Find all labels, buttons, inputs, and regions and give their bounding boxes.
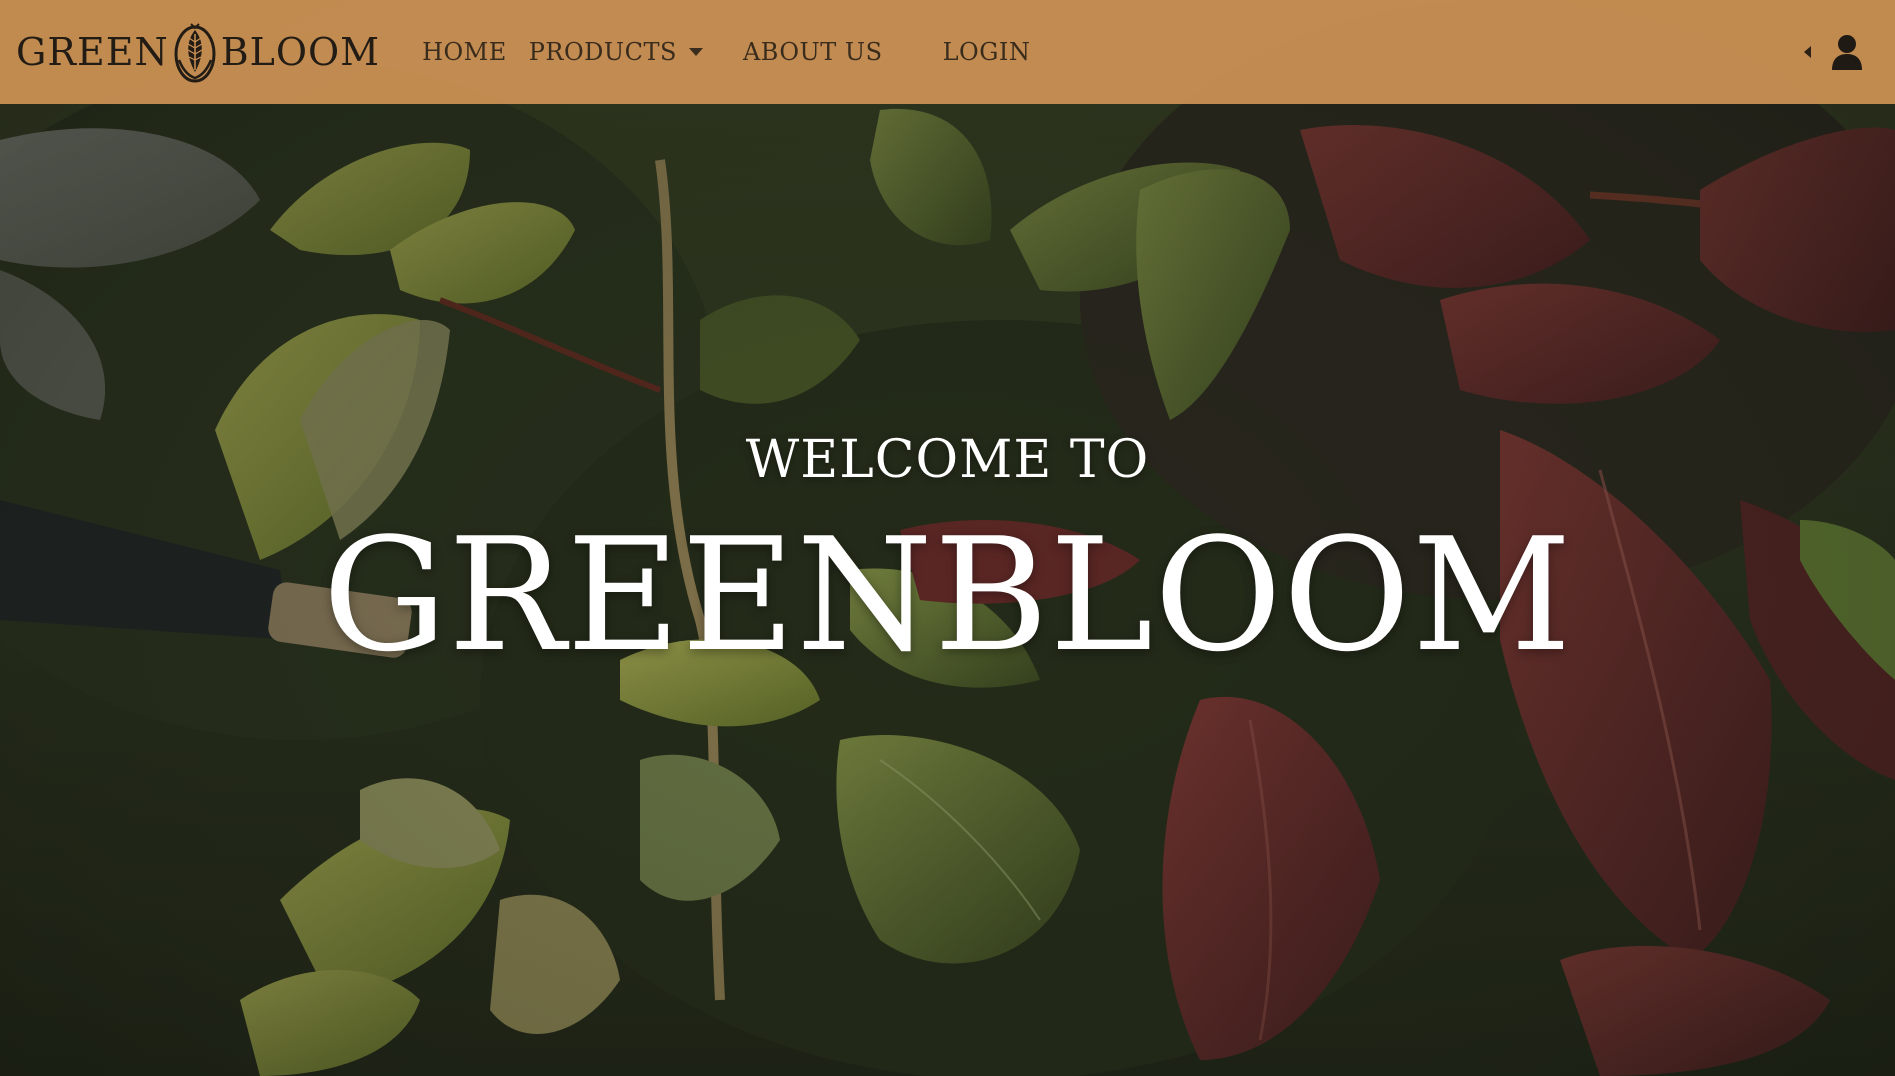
caret-left-icon[interactable] xyxy=(1804,46,1811,58)
caret-down-icon xyxy=(688,48,703,56)
top-navbar: GREEN BLOOM HOME PRODUCTS ABOUT US LOGIN xyxy=(0,0,1895,104)
user-icon[interactable] xyxy=(1831,34,1863,70)
nav-links: HOME PRODUCTS ABOUT US LOGIN xyxy=(422,0,1030,104)
nav-right-group xyxy=(1804,0,1863,104)
nav-login-link[interactable]: LOGIN xyxy=(943,38,1031,66)
nav-products-dropdown[interactable]: PRODUCTS xyxy=(529,38,703,66)
lotus-leaf-emblem-icon xyxy=(174,23,216,83)
nav-about-link[interactable]: ABOUT US xyxy=(743,38,883,66)
nav-products-label: PRODUCTS xyxy=(528,38,677,66)
nav-home-link[interactable]: HOME xyxy=(422,38,507,66)
brand-logo-link[interactable]: GREEN BLOOM xyxy=(16,0,380,104)
page: WELCOME TO GREENBLOOM GREEN BLOOM HOME P… xyxy=(0,0,1895,1076)
hero-heading-group: WELCOME TO GREENBLOOM xyxy=(0,430,1895,690)
brand-word-left: GREEN xyxy=(16,30,169,74)
hero-section: WELCOME TO GREENBLOOM xyxy=(0,0,1895,1076)
hero-pre-title: WELCOME TO xyxy=(745,430,1150,490)
hero-title: GREENBLOOM xyxy=(322,504,1573,686)
brand-word-right: BLOOM xyxy=(220,30,381,74)
